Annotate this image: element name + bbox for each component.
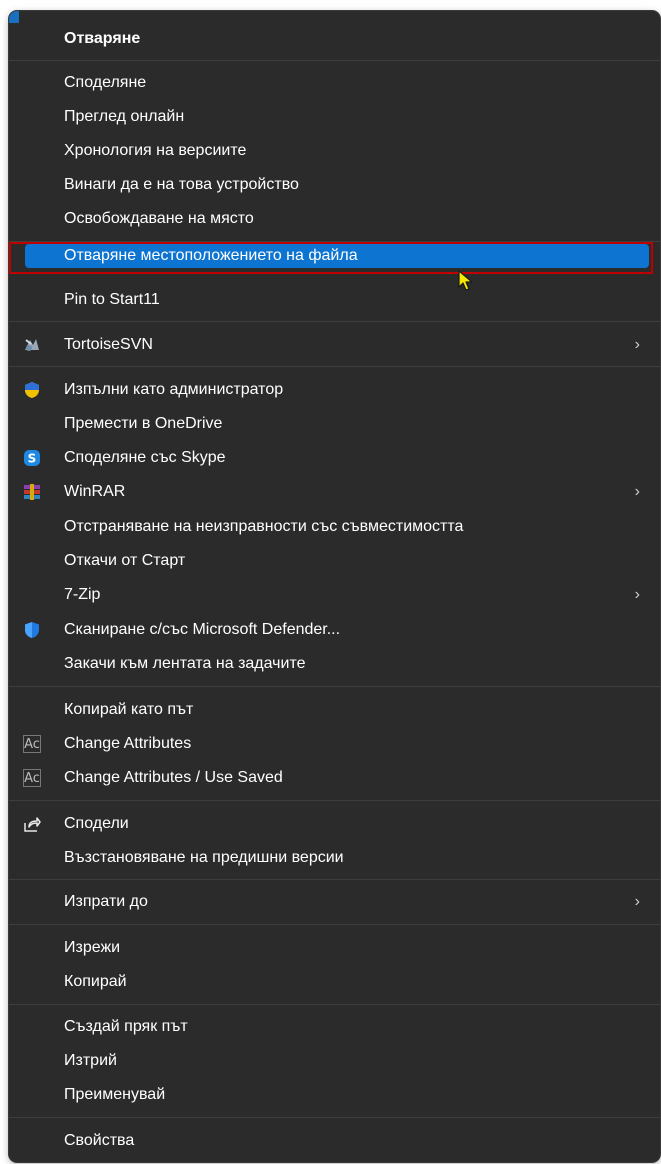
menu-item-label: TortoiseSVN — [64, 336, 153, 353]
menu-item-view-online[interactable]: Преглед онлайн — [9, 100, 660, 134]
menu-item-change-attributes-use-saved[interactable]: Ac Change Attributes / Use Saved — [9, 761, 660, 795]
submenu-chevron-icon: › — [634, 336, 640, 353]
menu-item-label: Сподели — [64, 815, 129, 832]
menu-item-label: Change Attributes / Use Saved — [64, 769, 283, 786]
defender-shield-icon — [25, 622, 39, 638]
menu-separator — [9, 1117, 660, 1118]
tortoisesvn-icon — [25, 339, 39, 351]
menu-item-version-history[interactable]: Хронология на версиите — [9, 134, 660, 168]
menu-item-label: Изпрати до — [64, 893, 148, 910]
menu-item-label: Отваряне — [64, 30, 141, 47]
menu-item-label: WinRAR — [64, 483, 126, 500]
menu-item-delete[interactable]: Изтрий — [9, 1044, 660, 1078]
menu-item-label: Change Attributes — [64, 735, 192, 752]
menu-item-label: Винаги да е на това устройство — [64, 176, 299, 193]
menu-separator — [9, 879, 660, 880]
menu-item-change-attributes[interactable]: Ac Change Attributes — [9, 727, 660, 761]
menu-item-send-to[interactable]: Изпрати до › — [9, 885, 660, 919]
menu-item-label: Споделяне със Skype — [64, 449, 226, 466]
menu-item-7zip[interactable]: 7-Zip › — [9, 578, 660, 612]
menu-item-label: Изтрий — [64, 1052, 117, 1069]
menu-item-rename[interactable]: Преименувай — [9, 1078, 660, 1112]
submenu-chevron-icon: › — [634, 483, 640, 500]
menu-item-cut[interactable]: Изрежи — [9, 931, 660, 965]
menu-separator — [9, 800, 660, 801]
menu-separator — [9, 1004, 660, 1005]
menu-item-move-to-onedrive[interactable]: Премести в OneDrive — [9, 407, 660, 441]
menu-item-label: Копирай — [64, 973, 127, 990]
menu-item-copy-as-path[interactable]: Копирай като път — [9, 693, 660, 727]
menu-item-pin-to-start11[interactable]: Pin to Start11 — [9, 283, 660, 317]
menu-item-tortoisesvn[interactable]: TortoiseSVN › — [9, 328, 660, 362]
menu-item-label: Хронология на версиите — [64, 142, 247, 159]
menu-item-label: Изпълни като администратор — [64, 381, 284, 398]
menu-item-label: Премести в OneDrive — [64, 415, 223, 432]
context-menu: Отваряне Споделяне Преглед онлайн Хронол… — [9, 11, 660, 1162]
uac-shield-icon — [25, 382, 39, 398]
menu-item-free-up-space[interactable]: Освобождаване на място — [9, 202, 660, 236]
menu-separator — [9, 366, 660, 367]
annotation-highlight-box — [9, 242, 653, 274]
menu-item-label: Сканиране с/със Microsoft Defender... — [64, 621, 341, 638]
menu-item-pin-to-taskbar[interactable]: Закачи към лентата на задачите — [9, 647, 660, 681]
menu-item-label: Pin to Start11 — [64, 291, 160, 308]
menu-item-share[interactable]: Споделяне — [9, 66, 660, 100]
menu-item-label: Освобождаване на място — [64, 210, 254, 227]
menu-item-label: Свойства — [64, 1132, 135, 1149]
menu-item-share-with-skype[interactable]: S Споделяне със Skype — [9, 441, 660, 475]
menu-item-label: Отстраняване на неизправности със съвмес… — [64, 518, 464, 535]
menu-item-properties[interactable]: Свойства — [9, 1124, 660, 1158]
menu-item-label: Закачи към лентата на задачите — [64, 655, 306, 672]
menu-item-create-shortcut[interactable]: Създай пряк път — [9, 1010, 660, 1044]
submenu-chevron-icon: › — [634, 893, 640, 910]
menu-separator — [9, 321, 660, 322]
menu-item-winrar[interactable]: WinRAR › — [9, 475, 660, 509]
skype-icon: S — [24, 450, 40, 466]
submenu-chevron-icon: › — [634, 586, 640, 603]
menu-item-restore-previous-versions[interactable]: Възстановяване на предишни версии — [9, 841, 660, 875]
svg-text:S: S — [28, 452, 37, 466]
menu-item-scan-with-defender[interactable]: Сканиране с/със Microsoft Defender... — [9, 613, 660, 647]
menu-item-always-keep-on-device[interactable]: Винаги да е на това устройство — [9, 168, 660, 202]
menu-item-label: 7-Zip — [64, 586, 101, 603]
menu-item-label: Откачи от Старт — [64, 552, 186, 569]
mouse-cursor-icon — [458, 270, 473, 291]
menu-item-open[interactable]: Отваряне — [9, 22, 660, 56]
attributes-icon: Ac — [23, 769, 41, 787]
menu-item-label: Копирай като път — [64, 701, 194, 718]
menu-separator — [9, 924, 660, 925]
menu-item-label: Преглед онлайн — [64, 108, 185, 125]
share-icon — [24, 817, 41, 832]
menu-item-troubleshoot-compatibility[interactable]: Отстраняване на неизправности със съвмес… — [9, 510, 660, 544]
menu-item-run-as-administrator[interactable]: Изпълни като администратор — [9, 373, 660, 407]
menu-item-unpin-from-start[interactable]: Откачи от Старт — [9, 544, 660, 578]
menu-item-copy[interactable]: Копирай — [9, 965, 660, 999]
menu-item-label: Създай пряк път — [64, 1018, 188, 1035]
attributes-icon: Ac — [23, 735, 41, 753]
menu-item-label: Изрежи — [64, 939, 121, 956]
menu-separator — [9, 60, 660, 61]
menu-separator — [9, 686, 660, 687]
menu-item-label: Възстановяване на предишни версии — [64, 849, 344, 866]
menu-item-label: Преименувай — [64, 1086, 166, 1103]
menu-item-label: Споделяне — [64, 74, 147, 91]
menu-item-share-modern[interactable]: Сподели — [9, 807, 660, 841]
winrar-icon — [24, 484, 40, 500]
